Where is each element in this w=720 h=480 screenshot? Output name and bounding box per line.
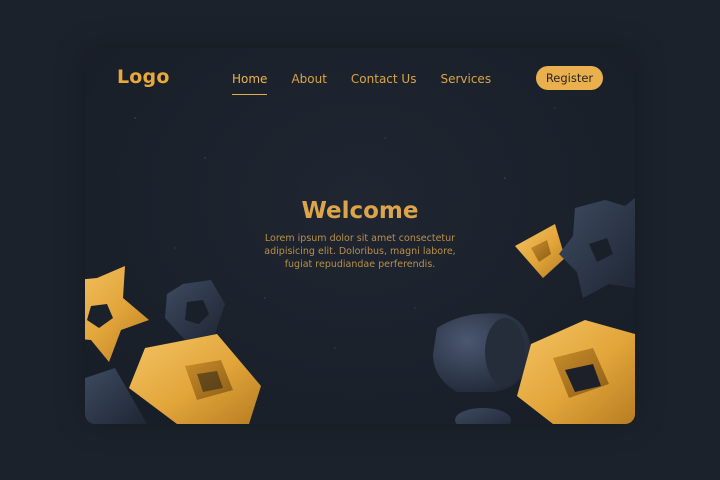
logo[interactable]: Logo <box>117 66 170 88</box>
gold-cube-frame-shape <box>129 334 261 424</box>
landing-page: Logo Home About Contact Us Services Regi… <box>85 48 635 424</box>
gold-triangle-shape <box>515 224 565 278</box>
hero-title: Welcome <box>301 198 419 224</box>
register-button[interactable]: Register <box>536 66 603 90</box>
nav-item-about[interactable]: About <box>291 72 326 86</box>
nav-item-contact-us[interactable]: Contact Us <box>351 72 417 86</box>
gold-star-shape <box>85 266 149 362</box>
hero-description: Lorem ipsum dolor sit amet consectetur a… <box>264 233 456 270</box>
navy-cylinder-shape <box>433 313 531 392</box>
navy-hexagon-shape <box>165 280 225 340</box>
screen: Logo Home About Contact Us Services Regi… <box>0 0 720 480</box>
navy-blob-shape <box>455 408 511 424</box>
nav-item-home[interactable]: Home <box>232 72 268 95</box>
gold-cube-frame-shape-right <box>517 320 635 424</box>
nav-item-services[interactable]: Services <box>440 72 491 86</box>
main-nav: Home About Contact Us Services <box>232 72 515 95</box>
